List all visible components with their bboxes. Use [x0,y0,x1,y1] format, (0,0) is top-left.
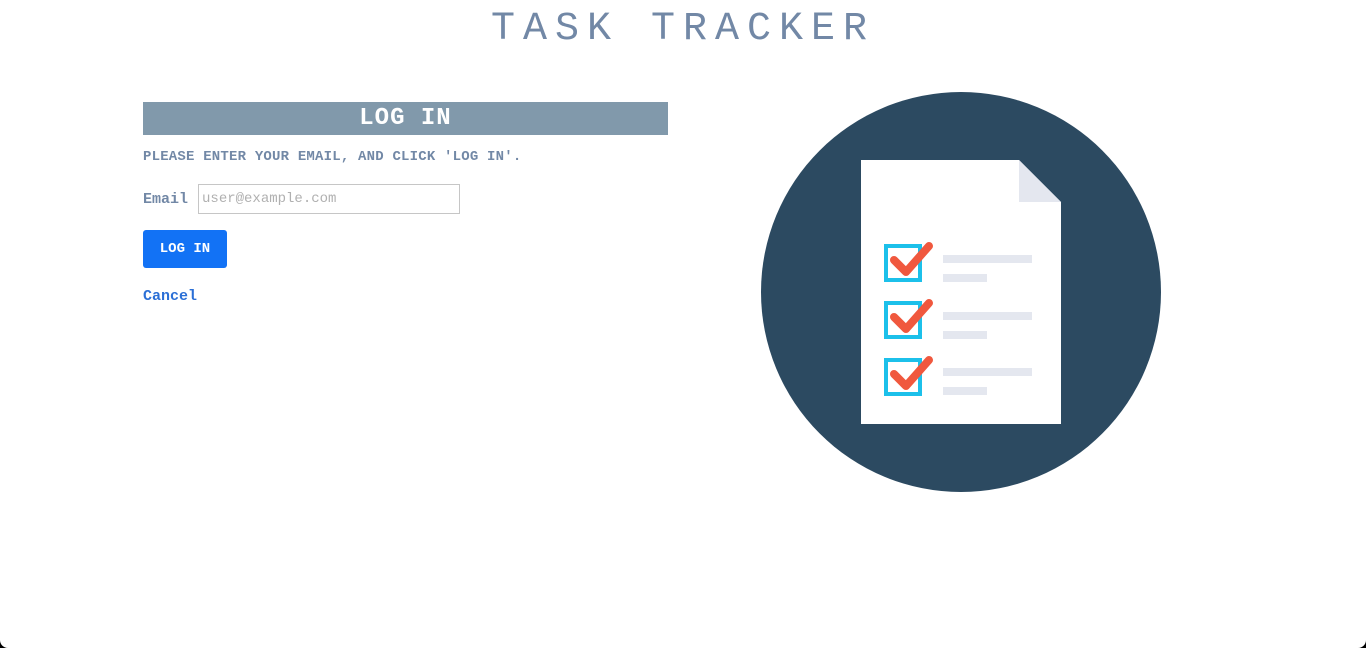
cancel-link[interactable]: Cancel [143,288,203,305]
login-header: LOG IN [143,102,668,135]
item-line-short [943,387,987,395]
item-line-short [943,331,987,339]
item-line-long [943,255,1032,263]
item-line-long [943,368,1032,376]
login-instructions: PLEASE ENTER YOUR EMAIL, AND CLICK 'LOG … [143,149,522,165]
item-line-long [943,312,1032,320]
email-label: Email [143,190,189,208]
login-button[interactable]: LOG IN [143,230,227,268]
email-input[interactable] [198,184,461,214]
checklist-document-icon [861,160,1061,424]
item-line-short [943,274,987,282]
page: TASK TRACKER LOG IN PLEASE ENTER YOUR EM… [0,0,1366,648]
email-row: Email [143,184,668,214]
login-panel: LOG IN PLEASE ENTER YOUR EMAIL, AND CLIC… [143,102,668,305]
checklist-illustration [761,92,1161,492]
app-title: TASK TRACKER [490,7,876,52]
